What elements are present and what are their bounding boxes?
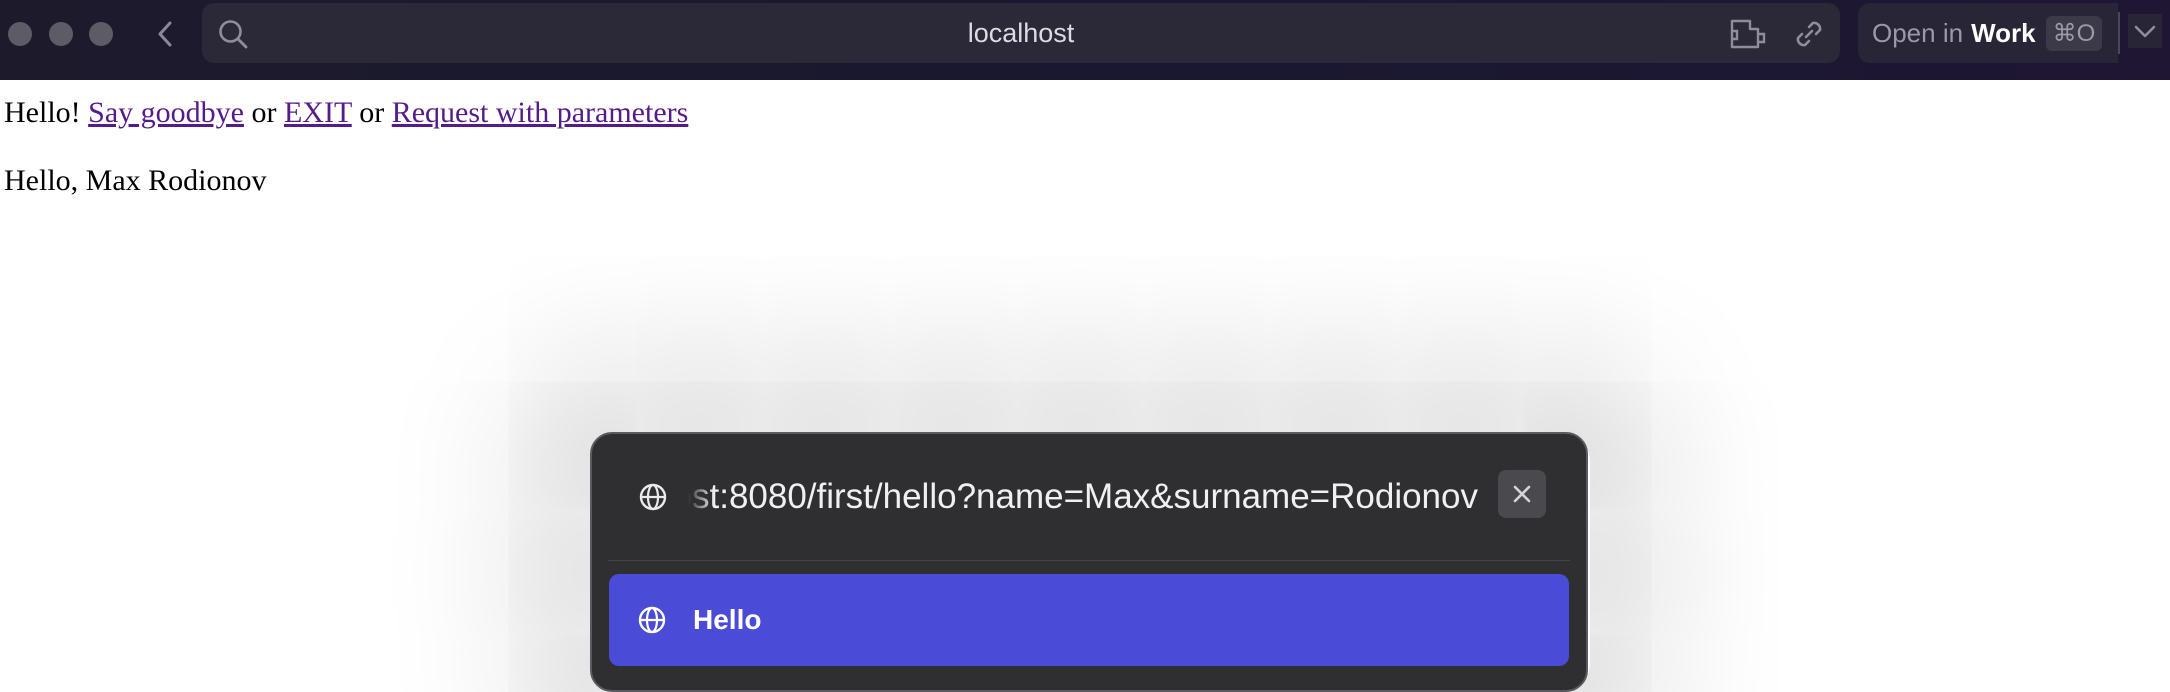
- open-in-shortcut: ⌘O: [2045, 15, 2103, 51]
- close-icon: [1513, 485, 1531, 503]
- open-in-profile: Work: [1971, 17, 2036, 48]
- suggestion-item-hello[interactable]: Hello: [609, 574, 1569, 666]
- chevron-down-icon[interactable]: [2128, 14, 2162, 48]
- globe-icon: [639, 483, 667, 511]
- window-close-dot[interactable]: [8, 22, 32, 46]
- request-with-parameters-link[interactable]: Request with parameters: [392, 96, 689, 129]
- page-content: Hello! Say goodbye or EXIT or Request wi…: [4, 96, 688, 198]
- open-in-work-button[interactable]: Open in Work ⌘O: [1858, 3, 2118, 63]
- palette-divider: [608, 560, 1570, 561]
- chevron-left-icon: [158, 21, 172, 47]
- greeting-text: Hello!: [4, 96, 81, 129]
- open-in-prefix: Open in: [1872, 17, 1964, 48]
- window-zoom-dot[interactable]: [89, 22, 113, 46]
- say-goodbye-link[interactable]: Say goodbye: [88, 96, 244, 129]
- suggestion-label: Hello: [693, 604, 762, 635]
- greeting-line: Hello! Say goodbye or EXIT or Request wi…: [4, 96, 688, 130]
- separator-or: or: [251, 96, 277, 129]
- palette-input-field[interactable]: localhost:8080/first/hello?name=Max&surn…: [688, 472, 1478, 522]
- back-button[interactable]: [150, 16, 180, 52]
- address-text[interactable]: localhost: [202, 18, 1840, 49]
- browser-toolbar: localhost Open in Work ⌘O: [0, 0, 2170, 80]
- link-icon[interactable]: [1792, 17, 1826, 51]
- separator-or: or: [359, 96, 385, 129]
- extension-icon[interactable]: [1728, 17, 1768, 51]
- command-palette: localhost:8080/first/hello?name=Max&surn…: [590, 432, 1588, 692]
- window-minimize-dot[interactable]: [49, 22, 73, 46]
- close-button[interactable]: [1498, 470, 1546, 518]
- address-bar[interactable]: localhost: [202, 3, 1840, 63]
- toolbar-divider: [2118, 12, 2120, 54]
- result-text: Hello, Max Rodionov: [4, 164, 267, 197]
- exit-link[interactable]: EXIT: [284, 96, 352, 129]
- palette-input-text[interactable]: localhost:8080/first/hello?name=Max&surn…: [688, 472, 1478, 522]
- globe-icon: [638, 606, 666, 634]
